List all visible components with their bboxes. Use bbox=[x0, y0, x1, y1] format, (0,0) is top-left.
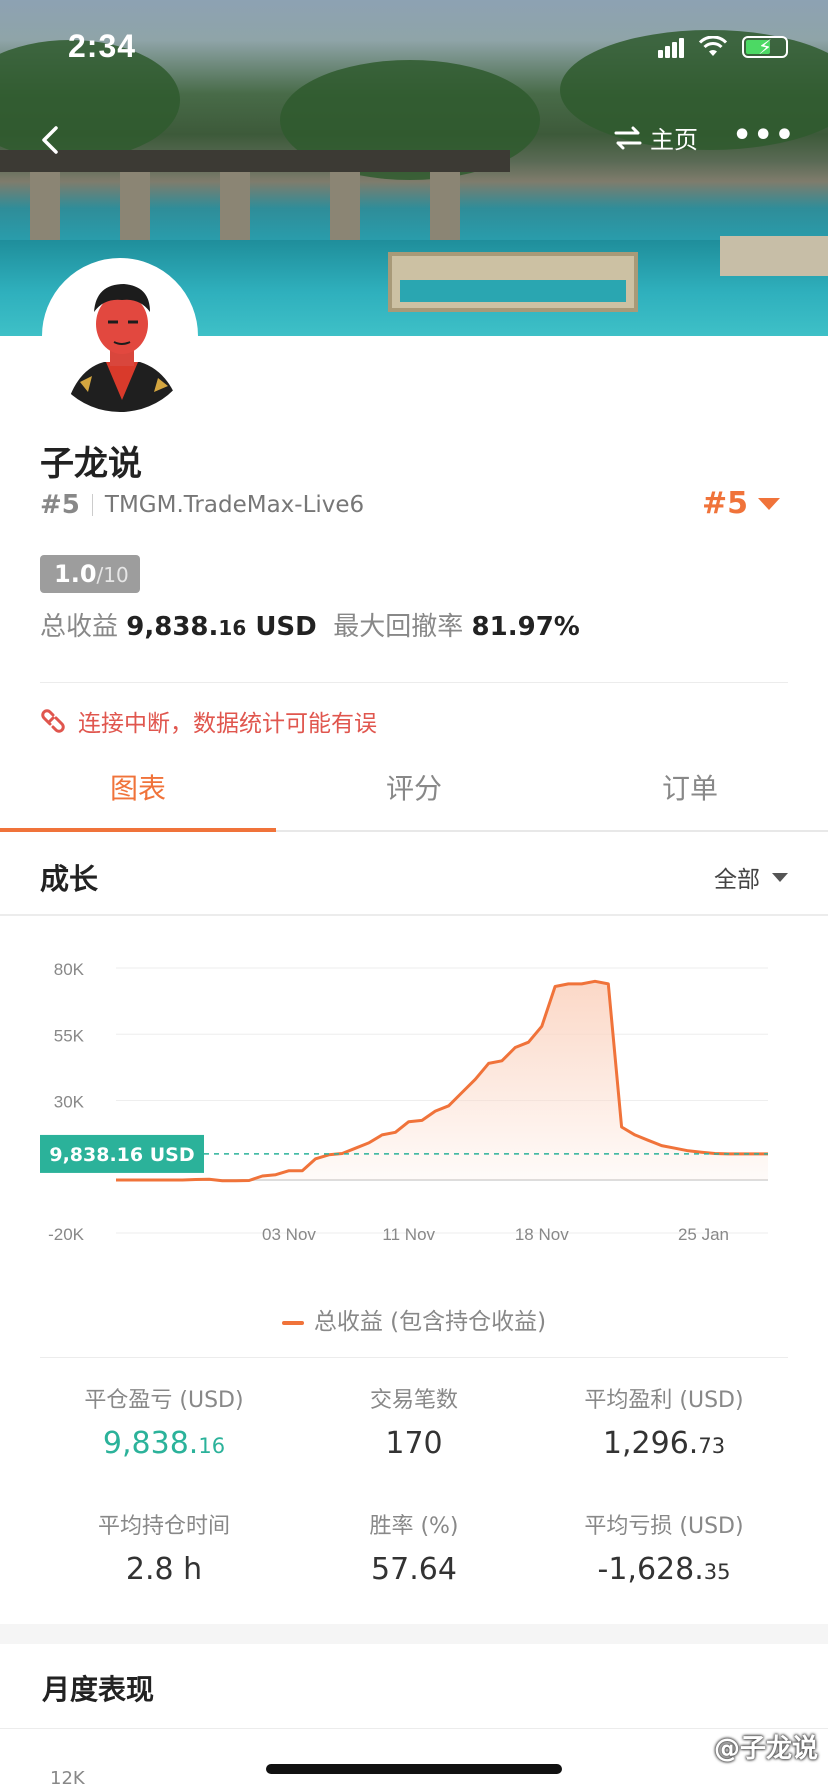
monthly-y-tick: 12K bbox=[50, 1768, 85, 1789]
rank-line: #5 TMGM.TradeMax-Live6 bbox=[40, 490, 364, 520]
swap-icon bbox=[614, 126, 642, 149]
range-filter-dropdown[interactable]: 全部 bbox=[714, 860, 788, 894]
status-bar: 2:34 ⚡ bbox=[0, 0, 828, 100]
tab-orders[interactable]: 订单 bbox=[552, 758, 828, 830]
stat-avg-loss: 平均亏损 (USD) -1,628.35 bbox=[526, 1508, 802, 1587]
home-label: 主页 bbox=[650, 126, 698, 154]
y-tick-label: 55K bbox=[54, 1026, 85, 1045]
stat-value: 57.64 bbox=[371, 1552, 457, 1587]
section-gap bbox=[0, 1624, 828, 1644]
daybed bbox=[388, 252, 638, 312]
connection-alert: 连接中断，数据统计可能有误 bbox=[40, 704, 377, 738]
monthly-performance-title: 月度表现 bbox=[42, 1673, 155, 1706]
tab-chart[interactable]: 图表 bbox=[0, 758, 276, 832]
tab-rating[interactable]: 评分 bbox=[276, 758, 552, 830]
y-tick-label: 80K bbox=[54, 960, 85, 979]
alert-text: 连接中断，数据统计可能有误 bbox=[78, 711, 377, 737]
rank-dropdown-label: #5 bbox=[701, 486, 748, 521]
series-area bbox=[116, 981, 768, 1181]
growth-section-header: 成长 全部 bbox=[0, 832, 828, 916]
max-drawdown-label: 最大回撤率 bbox=[333, 612, 464, 642]
rank-number: #5 bbox=[40, 490, 80, 520]
total-profit-value: 9,838.16 USD bbox=[126, 612, 317, 642]
growth-chart-svg: 80K 55K 30K -20K 9,838.16 USD 03 Nov 11 Nov 18 … bbox=[40, 960, 768, 1244]
stat-value: 9,838.16 bbox=[102, 1426, 226, 1461]
y-tick-label: 30K bbox=[54, 1093, 85, 1112]
caret-down-icon bbox=[758, 497, 780, 510]
top-navigation: 主页 ••• bbox=[0, 118, 828, 162]
avatar-illustration bbox=[44, 260, 196, 412]
avatar[interactable] bbox=[42, 258, 198, 414]
watermark: @子龙说 bbox=[713, 1734, 818, 1764]
cellular-signal-icon bbox=[658, 36, 684, 58]
stat-avg-hold-time: 平均持仓时间 2.8 h bbox=[26, 1508, 302, 1587]
growth-chart: 80K 55K 30K -20K 9,838.16 USD 03 Nov 11 Nov 18 … bbox=[0, 920, 828, 1250]
clock: 2:34 bbox=[68, 28, 137, 64]
divider bbox=[0, 1728, 828, 1729]
x-tick-label: 03 Nov bbox=[262, 1225, 316, 1244]
stat-value: 1,296.73 bbox=[602, 1426, 726, 1461]
score-value: 1.0 bbox=[54, 560, 97, 588]
stat-win-rate: 胜率 (%) 57.64 bbox=[276, 1508, 552, 1587]
section-title: 成长 bbox=[40, 862, 99, 896]
divider bbox=[91, 494, 93, 516]
stat-trade-count: 交易笔数 170 bbox=[276, 1382, 552, 1461]
stat-value: 170 bbox=[385, 1426, 443, 1461]
divider bbox=[40, 682, 788, 683]
broken-link-icon bbox=[41, 709, 65, 733]
wifi-icon bbox=[698, 36, 728, 56]
legend-swatch bbox=[281, 1320, 304, 1325]
home-indicator[interactable] bbox=[266, 1764, 562, 1774]
x-tick-label: 25 Jan bbox=[678, 1225, 729, 1244]
summary-stats: 总收益 9,838.16 USD 最大回撤率 81.97% bbox=[40, 606, 580, 643]
divider bbox=[40, 1357, 788, 1358]
more-options-button[interactable]: ••• bbox=[732, 121, 796, 151]
y-tick-label: -20K bbox=[48, 1225, 85, 1244]
x-tick-label: 18 Nov bbox=[515, 1225, 569, 1244]
x-tick-label: 11 Nov bbox=[382, 1225, 435, 1244]
back-arrow-icon[interactable] bbox=[34, 122, 70, 158]
trader-name: 子龙说 bbox=[40, 444, 142, 484]
stat-avg-profit: 平均盈利 (USD) 1,296.73 bbox=[526, 1382, 802, 1461]
total-profit-label: 总收益 bbox=[40, 612, 119, 642]
score-badge: 1.0/10 bbox=[40, 555, 140, 593]
stat-closed-pl: 平仓盈亏 (USD) 9,838.16 bbox=[26, 1382, 302, 1461]
legend-label: 总收益 (包含持仓收益) bbox=[313, 1309, 547, 1335]
score-max: /10 bbox=[96, 563, 129, 587]
max-drawdown-value: 81.97% bbox=[471, 612, 580, 642]
stat-value: 2.8 h bbox=[125, 1552, 203, 1587]
account-server: TMGM.TradeMax-Live6 bbox=[104, 492, 365, 518]
current-value-label: 9,838.16 USD bbox=[49, 1144, 194, 1166]
caret-down-icon bbox=[772, 872, 788, 882]
home-button[interactable]: 主页 bbox=[614, 120, 698, 155]
stat-value: -1,628.35 bbox=[597, 1552, 731, 1587]
battery-icon: ⚡ bbox=[742, 35, 788, 59]
filter-label: 全部 bbox=[714, 867, 760, 893]
chart-legend: 总收益 (包含持仓收益) bbox=[0, 1302, 828, 1336]
tab-bar: 图表 评分 订单 bbox=[0, 758, 828, 832]
rank-dropdown[interactable]: #5 bbox=[702, 486, 780, 521]
daybed bbox=[720, 236, 828, 276]
